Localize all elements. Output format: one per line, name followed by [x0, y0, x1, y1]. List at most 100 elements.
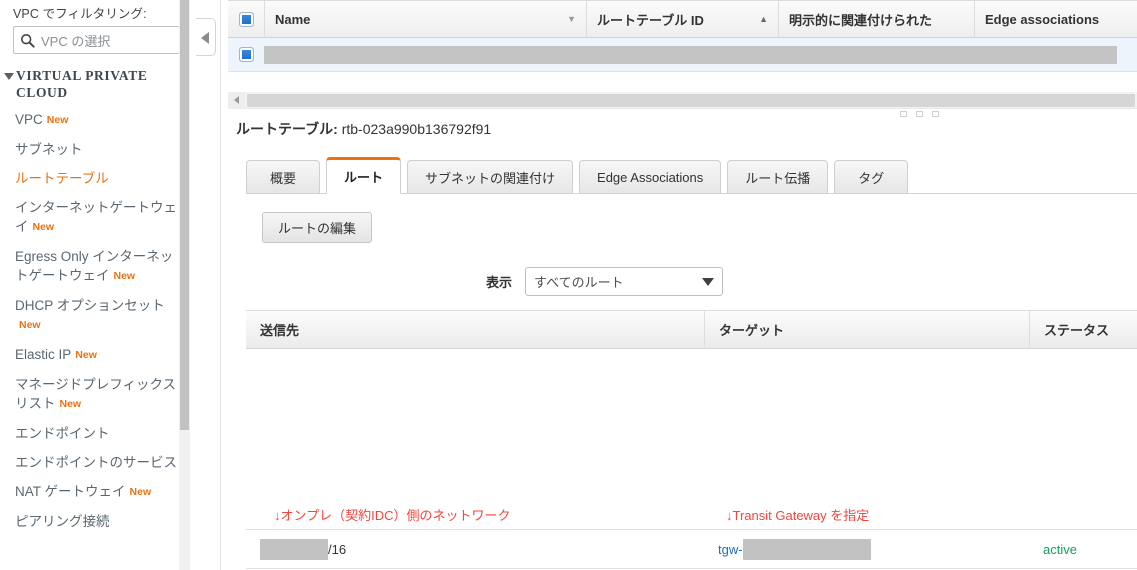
column-header-explicit-association-label: 明示的に関連付けられた [789, 12, 933, 28]
route-destination-cell: /16 [246, 530, 704, 568]
routes-table-header: 送信先 ターゲット ステータス [246, 310, 1137, 349]
annotation-onpremise-network: ↓オンプレ（契約IDC）側のネットワーク [274, 508, 511, 523]
destination-suffix: /16 [328, 541, 347, 557]
new-badge: New [59, 398, 82, 410]
sidebar-item-label: Elastic IP [15, 347, 72, 362]
splitter-grip-icon [900, 111, 939, 117]
detail-route-table-id: rtb-023a990b136792f91 [341, 121, 492, 137]
detail-tabs: 概要 ルート サブネットの関連付け Edge Associations ルート伝播 タグ [246, 157, 1137, 194]
target-redacted [742, 538, 871, 560]
routes-column-target-label: ターゲット [719, 323, 785, 338]
routes-column-destination-label: 送信先 [260, 323, 300, 338]
routes-column-destination[interactable]: 送信先 [246, 310, 704, 349]
sidebar-scrollbar[interactable] [179, 0, 190, 570]
sidebar-item-10[interactable]: NAT ゲートウェイ New [0, 477, 190, 507]
sidebar-item-7[interactable]: マネージドプレフィックスリスト New [0, 370, 190, 419]
route-target-cell: tgw- [704, 530, 1029, 568]
sidebar-item-label: Egress Only インターネットゲートウェイ [15, 249, 174, 283]
sidebar-scrollbar-thumb[interactable] [180, 0, 189, 430]
sidebar-item-4[interactable]: Egress Only インターネットゲートウェイ New [0, 242, 190, 291]
route-tables-grid-header: Name ▼ ルートテーブル ID ▲ 明示的に関連付けられた Edge ass… [228, 0, 1137, 38]
tab-label: タグ [858, 170, 885, 186]
new-badge: New [129, 486, 152, 498]
column-header-edge-associations[interactable]: Edge associations [974, 0, 1134, 38]
tab-4[interactable]: ルート伝播 [727, 160, 829, 194]
sidebar-item-label: サブネット [15, 142, 83, 157]
tab-5[interactable]: タグ [834, 160, 909, 194]
sidebar-collapse-button[interactable] [196, 18, 216, 56]
new-badge: New [32, 221, 55, 233]
sort-down-icon: ▼ [567, 14, 576, 24]
routes-column-status[interactable]: ステータス [1029, 310, 1137, 349]
sidebar-item-9[interactable]: エンドポイントのサービス [0, 448, 190, 477]
scrollbar-thumb[interactable] [247, 93, 1135, 107]
checkbox-icon [238, 11, 254, 27]
sort-up-icon: ▲ [759, 14, 768, 24]
tab-1[interactable]: ルート [326, 157, 402, 194]
chevron-left-icon [234, 96, 239, 104]
sidebar-item-label: VPC [15, 112, 43, 127]
sidebar-section-title: VIRTUAL PRIVATE CLOUD [16, 68, 148, 100]
checkbox-icon [238, 47, 254, 62]
row-checkbox[interactable] [228, 47, 264, 62]
sidebar-item-11[interactable]: ピアリング接続 [0, 507, 190, 536]
routes-column-target[interactable]: ターゲット [704, 310, 1029, 349]
column-header-route-table-id[interactable]: ルートテーブル ID ▲ [586, 0, 778, 38]
caret-down-icon [4, 73, 14, 80]
edit-routes-button[interactable]: ルートの編集 [262, 212, 373, 243]
column-header-explicit-association[interactable]: 明示的に関連付けられた [778, 0, 974, 38]
sidebar-nav-list: VPC New サブネット ルートテーブル インターネットゲートウェイ New Egress… [0, 105, 190, 536]
sidebar-item-label: ルートテーブル [15, 171, 109, 186]
destination-redacted [260, 538, 328, 560]
sidebar-item-label: エンドポイントのサービス [15, 455, 177, 470]
sidebar-item-label: ピアリング接続 [15, 514, 110, 529]
route-tables-grid: Name ▼ ルートテーブル ID ▲ 明示的に関連付けられた Edge ass… [228, 0, 1137, 72]
display-filter-value: すべてのルート [534, 275, 624, 290]
sidebar-item-5[interactable]: DHCP オプションセット New [0, 291, 190, 340]
sidebar-item-6[interactable]: Elastic IP New [0, 340, 190, 370]
vpc-search-input[interactable]: VPC の選択 [13, 26, 180, 54]
search-icon [20, 33, 35, 48]
tab-2[interactable]: サブネットの関連付け [407, 160, 574, 194]
main-panel: Name ▼ ルートテーブル ID ▲ 明示的に関連付けられた Edge ass… [228, 0, 1137, 570]
vpc-filter-label: VPC でフィルタリング: [13, 7, 147, 21]
sidebar-item-label: エンドポイント [15, 426, 110, 441]
sidebar-item-0[interactable]: VPC New [0, 105, 190, 135]
row-name-redacted [264, 45, 1117, 64]
target-prefix[interactable]: tgw- [718, 542, 743, 557]
tab-3[interactable]: Edge Associations [579, 160, 722, 194]
new-badge: New [75, 349, 97, 361]
routes-column-status-label: ステータス [1044, 323, 1110, 338]
tab-label: サブネットの関連付け [425, 170, 556, 186]
display-filter-select[interactable]: すべてのルート [525, 267, 723, 296]
routes-table-row[interactable]: /16 tgw- active [246, 530, 1137, 568]
column-header-name-label: Name [275, 11, 311, 27]
sidebar-item-2[interactable]: ルートテーブル [0, 164, 190, 193]
sidebar-item-1[interactable]: サブネット [0, 135, 190, 164]
sidebar-item-label: NAT ゲートウェイ [15, 484, 126, 499]
column-header-edge-associations-label: Edge associations [985, 11, 1100, 27]
sidebar-item-8[interactable]: エンドポイント [0, 419, 190, 448]
tab-label: 概要 [269, 170, 296, 186]
table-row[interactable] [228, 38, 1137, 72]
new-badge: New [113, 270, 136, 282]
column-header-name[interactable]: Name ▼ [264, 0, 586, 38]
new-badge: New [19, 319, 41, 331]
routes-row-bottom-divider [246, 568, 1137, 569]
sidebar: VPC でフィルタリング: VPC の選択 VIRTUAL PRIVATE CL… [0, 0, 190, 570]
column-header-route-table-id-label: ルートテーブル ID [597, 12, 704, 28]
detail-title-label: ルートテーブル: [236, 121, 338, 137]
tab-0[interactable]: 概要 [246, 160, 320, 194]
tab-label: ルート伝播 [745, 170, 811, 186]
sidebar-item-3[interactable]: インターネットゲートウェイ New [0, 193, 190, 242]
status-badge: active [1043, 541, 1077, 557]
scroll-left-button[interactable] [228, 91, 245, 109]
tab-label: ルート [344, 170, 384, 185]
new-badge: New [46, 114, 69, 126]
grid-horizontal-scrollbar[interactable] [228, 91, 1137, 109]
tab-label: Edge Associations [597, 169, 704, 185]
sidebar-section-header[interactable]: VIRTUAL PRIVATE CLOUD [0, 54, 190, 105]
display-filter-label: 表示 [486, 275, 513, 290]
select-all-checkbox[interactable] [228, 11, 264, 27]
annotation-transit-gateway: ↓Transit Gateway を指定 [726, 508, 870, 523]
